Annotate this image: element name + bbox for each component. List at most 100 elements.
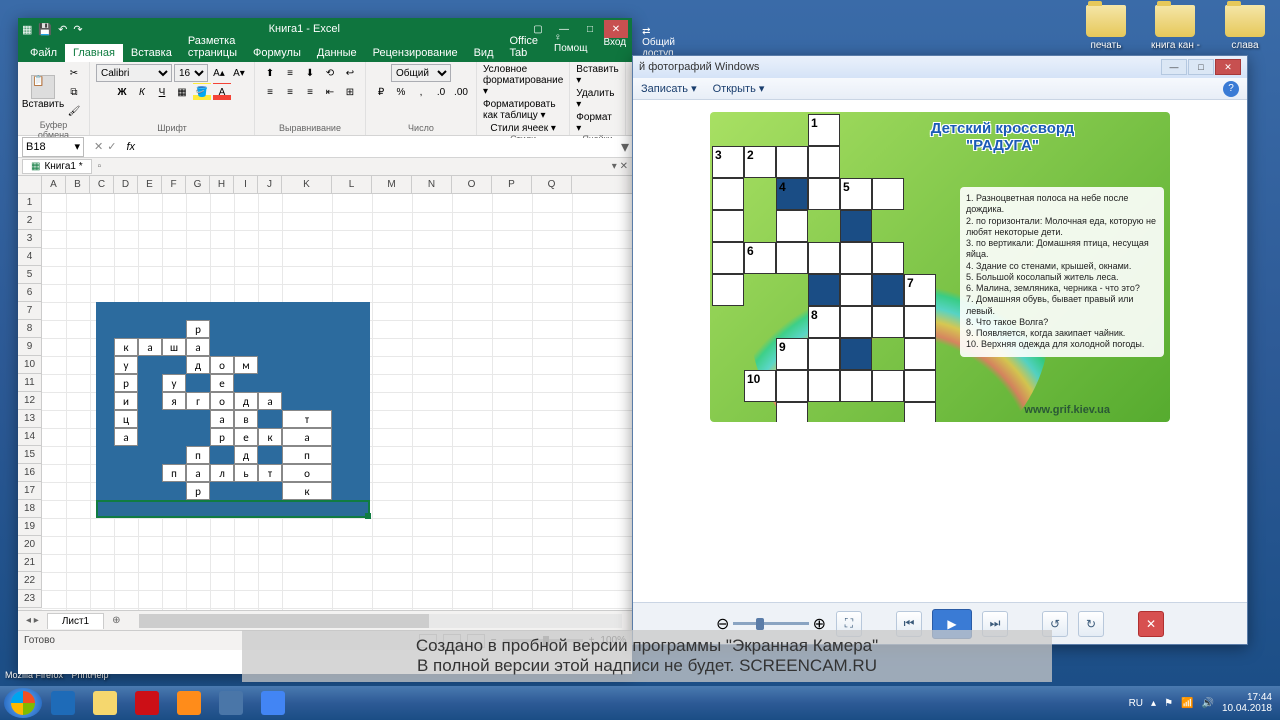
save-icon[interactable]: 💾 <box>38 23 52 36</box>
align-middle-icon[interactable]: ≡ <box>281 64 299 82</box>
crossword-cell[interactable]: г <box>186 392 210 410</box>
crossword-cell[interactable]: д <box>186 356 210 374</box>
align-left-icon[interactable]: ≡ <box>261 83 279 101</box>
tray-arrow-icon[interactable]: ▴ <box>1151 698 1156 709</box>
formula-input[interactable] <box>139 138 618 156</box>
sheet-tab[interactable]: Лист1 <box>47 613 104 629</box>
align-bottom-icon[interactable]: ⬇ <box>301 64 319 82</box>
select-all-corner[interactable] <box>18 176 42 193</box>
ribbon-tab[interactable]: Рецензирование <box>365 44 466 62</box>
crossword-cell[interactable]: т <box>258 464 282 482</box>
align-center-icon[interactable]: ≡ <box>281 83 299 101</box>
desktop-folder[interactable]: печать <box>1086 5 1126 51</box>
crossword-cell[interactable]: к <box>114 338 138 356</box>
ribbon-tab[interactable]: Разметка страницы <box>180 32 245 62</box>
crossword-cell[interactable]: а <box>210 410 234 428</box>
crossword-cell[interactable]: р <box>114 374 138 392</box>
align-right-icon[interactable]: ≡ <box>301 83 319 101</box>
underline-button[interactable]: Ч <box>153 83 171 101</box>
border-icon[interactable]: ▦ <box>173 83 191 101</box>
row-header[interactable]: 14 <box>18 428 42 446</box>
crossword-cell[interactable]: р <box>186 482 210 500</box>
crossword-cell[interactable]: к <box>258 428 282 446</box>
crossword-cell[interactable]: а <box>282 428 332 446</box>
desktop-folder[interactable]: книга кан - <box>1151 5 1200 51</box>
row-header[interactable]: 22 <box>18 572 42 590</box>
col-header[interactable]: Q <box>532 176 572 193</box>
col-header[interactable]: G <box>186 176 210 193</box>
merge-icon[interactable]: ⊞ <box>341 83 359 101</box>
row-header[interactable]: 15 <box>18 446 42 464</box>
crossword-cell[interactable]: а <box>186 338 210 356</box>
add-sheet-button[interactable]: ⊕ <box>104 615 128 626</box>
row-header[interactable]: 12 <box>18 392 42 410</box>
row-header[interactable]: 13 <box>18 410 42 428</box>
row-header[interactable]: 18 <box>18 500 42 518</box>
expand-formula-icon[interactable]: ▾ <box>618 137 632 157</box>
format-painter-icon[interactable]: 🖌 <box>65 102 83 120</box>
col-header[interactable]: B <box>66 176 90 193</box>
crossword-cell[interactable]: о <box>210 392 234 410</box>
row-header[interactable]: 5 <box>18 266 42 284</box>
bold-button[interactable]: Ж <box>113 83 131 101</box>
comma-icon[interactable]: , <box>412 83 430 101</box>
name-box[interactable]: B18▾ <box>22 137 84 157</box>
row-header[interactable]: 9 <box>18 338 42 356</box>
crossword-cell[interactable]: т <box>282 410 332 428</box>
conditional-format-button[interactable]: Условное форматирование ▾ <box>483 64 563 97</box>
cell-styles-button[interactable]: Стили ячеек ▾ <box>490 123 556 134</box>
italic-button[interactable]: К <box>133 83 151 101</box>
insert-cells-button[interactable]: Вставить ▾ <box>576 64 618 86</box>
crossword-cell[interactable]: п <box>282 446 332 464</box>
col-header[interactable]: E <box>138 176 162 193</box>
font-color-icon[interactable]: A <box>213 83 231 101</box>
number-format-select[interactable]: Общий <box>391 64 451 82</box>
ribbon-tab[interactable]: Вид <box>466 44 502 62</box>
crossword-cell[interactable]: о <box>210 356 234 374</box>
ribbon-tab[interactable]: Формулы <box>245 44 309 62</box>
paste-button[interactable]: 📋Вставить <box>24 67 62 117</box>
burn-menu[interactable]: Записать ▾ <box>641 82 697 95</box>
ribbon-right-item[interactable]: ♀ Помощ <box>546 29 595 57</box>
row-header[interactable]: 4 <box>18 248 42 266</box>
dec-decimal-icon[interactable]: .00 <box>452 83 470 101</box>
tray-flag-icon[interactable]: ⚑ <box>1164 698 1173 709</box>
taskbar-app-wmp[interactable] <box>169 689 209 717</box>
orientation-icon[interactable]: ⟲ <box>321 64 339 82</box>
cancel-formula-icon[interactable]: ✕ <box>94 140 103 153</box>
row-header[interactable]: 7 <box>18 302 42 320</box>
row-header[interactable]: 8 <box>18 320 42 338</box>
tray-network-icon[interactable]: 📶 <box>1181 698 1193 709</box>
tray-volume-icon[interactable]: 🔊 <box>1201 698 1213 709</box>
col-header[interactable]: J <box>258 176 282 193</box>
rotate-cw-icon[interactable]: ↻ <box>1078 611 1104 637</box>
crossword-cell[interactable]: д <box>234 392 258 410</box>
row-header[interactable]: 16 <box>18 464 42 482</box>
col-header[interactable]: F <box>162 176 186 193</box>
row-header[interactable]: 1 <box>18 194 42 212</box>
crossword-cell[interactable]: п <box>162 464 186 482</box>
crossword-cell[interactable]: ш <box>162 338 186 356</box>
percent-icon[interactable]: % <box>392 83 410 101</box>
crossword-cell[interactable]: а <box>138 338 162 356</box>
crossword-cell[interactable]: л <box>210 464 234 482</box>
crossword-cell[interactable]: р <box>186 320 210 338</box>
row-header[interactable]: 19 <box>18 518 42 536</box>
crossword-cell[interactable]: ь <box>234 464 258 482</box>
ribbon-tab[interactable]: Файл <box>22 44 65 62</box>
align-top-icon[interactable]: ⬆ <box>261 64 279 82</box>
wrap-text-icon[interactable]: ↩ <box>341 64 359 82</box>
col-header[interactable]: O <box>452 176 492 193</box>
undo-icon[interactable]: ↶ <box>58 23 67 36</box>
crossword-cell[interactable]: е <box>234 428 258 446</box>
ribbon-tab[interactable]: Главная <box>65 44 123 62</box>
clock[interactable]: 17:4410.04.2018 <box>1222 692 1272 714</box>
increase-font-icon[interactable]: A▴ <box>210 64 228 82</box>
crossword-cell[interactable]: в <box>234 410 258 428</box>
crossword-cell[interactable]: м <box>234 356 258 374</box>
crossword-cell[interactable]: ц <box>114 410 138 428</box>
col-header[interactable]: C <box>90 176 114 193</box>
cut-icon[interactable]: ✂ <box>65 64 83 82</box>
help-icon[interactable]: ? <box>1223 81 1239 97</box>
enter-formula-icon[interactable]: ✓ <box>107 140 116 153</box>
